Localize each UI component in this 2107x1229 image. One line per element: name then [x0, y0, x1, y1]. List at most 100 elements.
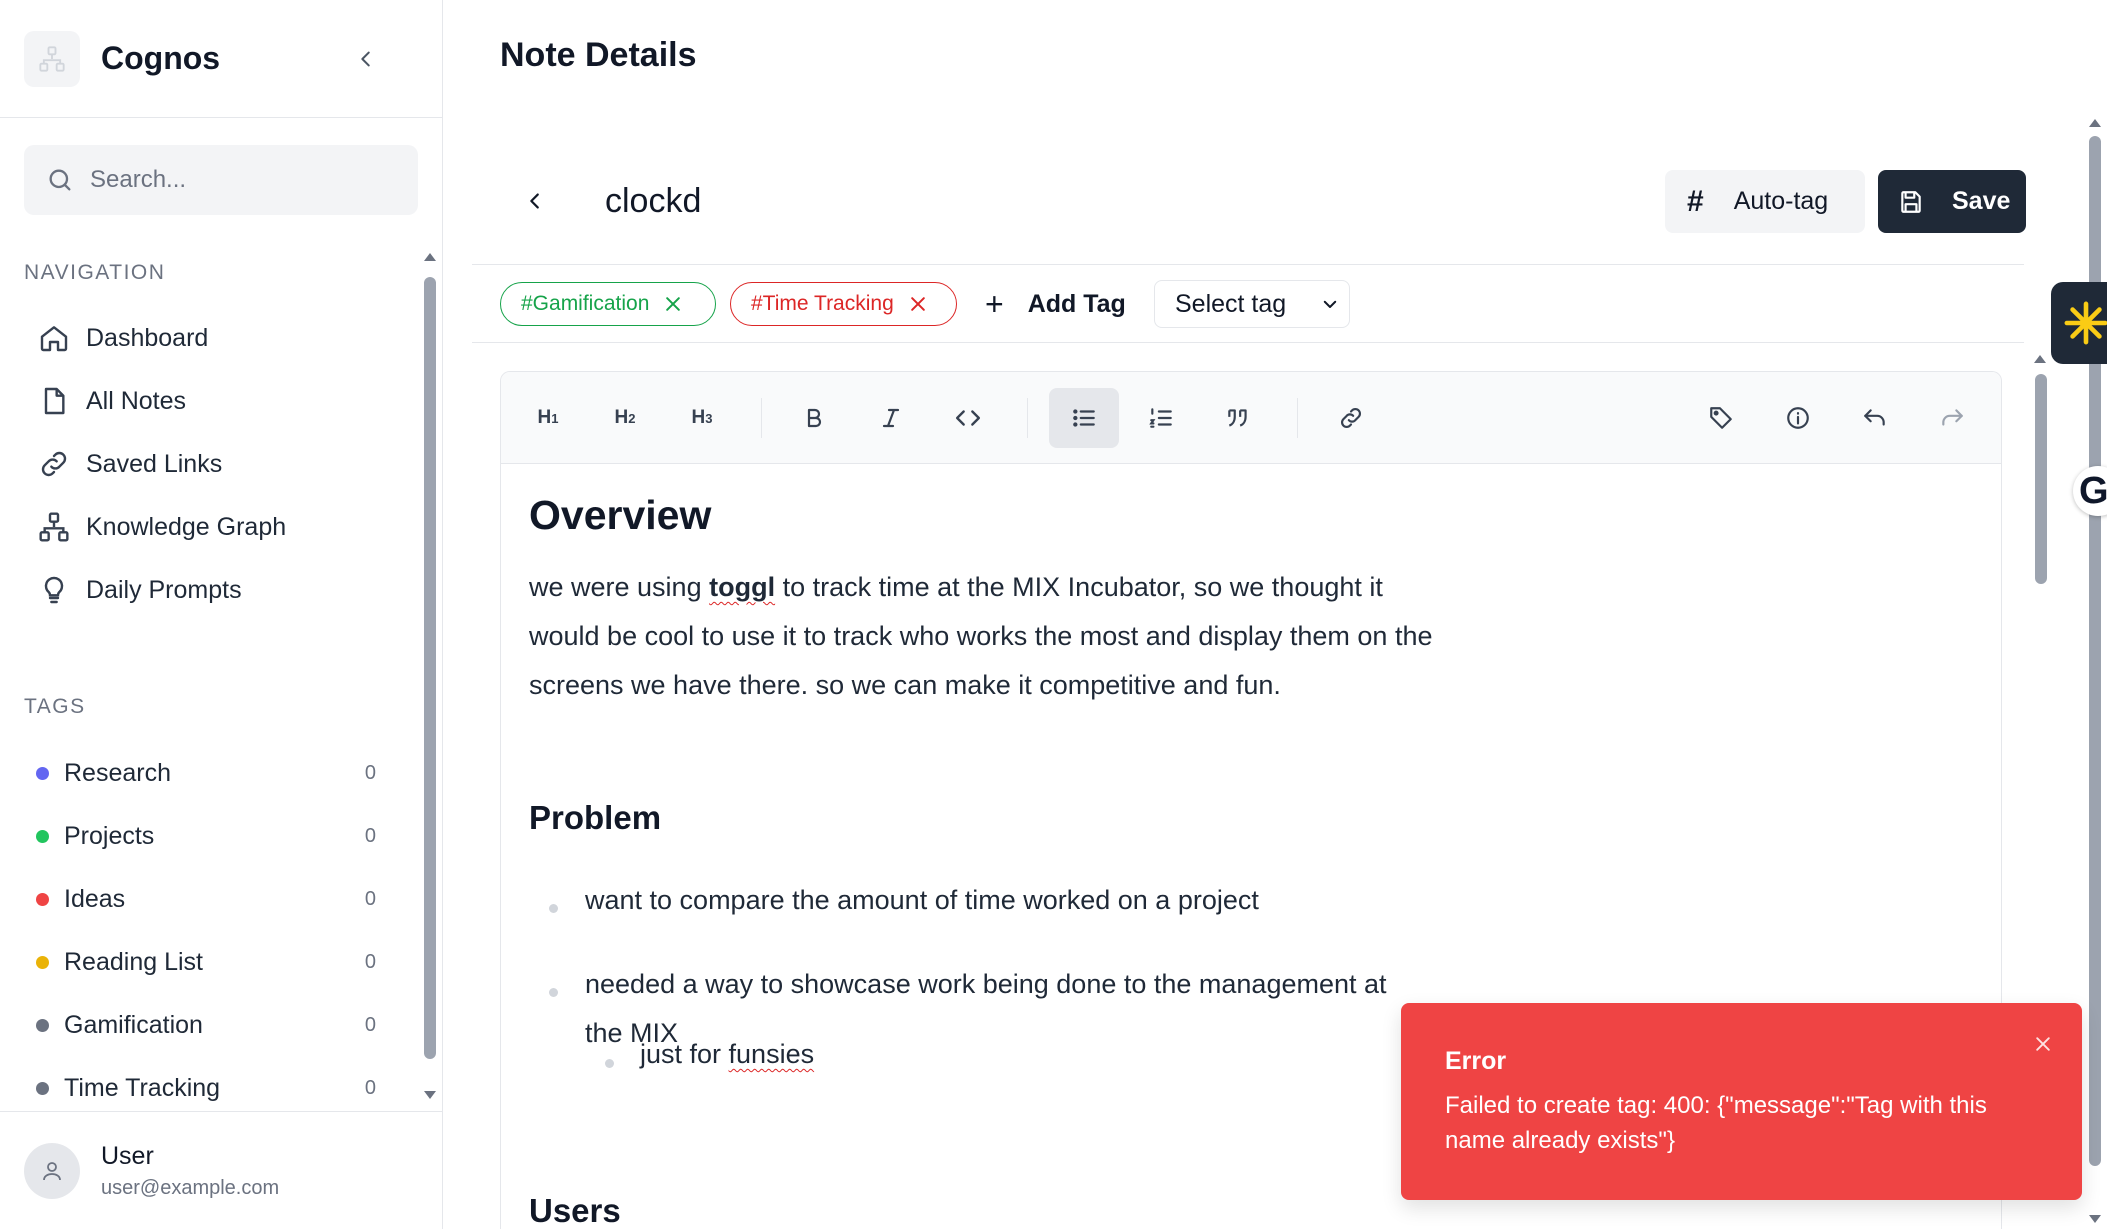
- scroll-down-arrow-icon: [2089, 1215, 2101, 1223]
- ordered-list-button[interactable]: [1126, 388, 1196, 448]
- save-button[interactable]: Save: [1878, 170, 2026, 233]
- sidebar-tag-projects[interactable]: Projects 0: [36, 811, 376, 861]
- undo-button[interactable]: [1840, 388, 1910, 448]
- lightbulb-icon: [36, 572, 72, 608]
- nav-label: Dashboard: [86, 323, 209, 352]
- close-icon: [910, 297, 925, 311]
- remove-tag-button[interactable]: [908, 294, 928, 314]
- misspelled-word[interactable]: funsies: [729, 1039, 815, 1069]
- tag-count: 0: [364, 1076, 376, 1099]
- heading-2-button[interactable]: H2: [590, 388, 660, 448]
- nav-item-all-notes[interactable]: All Notes: [36, 375, 186, 427]
- bullet-dot: [605, 1059, 614, 1068]
- tag-color-dot: [36, 892, 49, 906]
- error-toast: Error Failed to create tag: 400: {"messa…: [1401, 1003, 2082, 1200]
- heading-3-button[interactable]: H3: [667, 388, 737, 448]
- nav-item-dashboard[interactable]: Dashboard: [36, 312, 208, 364]
- bullet-dot: [549, 988, 558, 997]
- bullet-dot: [549, 904, 558, 913]
- sidebar-tag-research[interactable]: Research 0: [36, 748, 376, 798]
- toast-title: Error: [1445, 1047, 1507, 1075]
- tag-label: Projects: [64, 821, 155, 850]
- remove-tag-button[interactable]: [663, 294, 683, 314]
- link-icon: [36, 446, 72, 482]
- nav-item-daily-prompts[interactable]: Daily Prompts: [36, 564, 242, 616]
- editor-scroll-thumb[interactable]: [2035, 374, 2047, 584]
- close-icon: [2036, 1037, 2050, 1051]
- bold-button[interactable]: [779, 388, 849, 448]
- info-button[interactable]: [1763, 388, 1833, 448]
- chevron-left-icon: [530, 193, 539, 209]
- tag-button[interactable]: [1686, 388, 1756, 448]
- user-icon: [43, 1161, 61, 1180]
- nav-label: Knowledge Graph: [86, 512, 287, 541]
- redo-icon: [1942, 409, 1963, 426]
- user-name: User: [101, 1141, 154, 1170]
- tag-color-dot: [36, 1081, 49, 1095]
- blockquote-button[interactable]: [1203, 388, 1273, 448]
- note-title[interactable]: clockd: [605, 182, 701, 221]
- overview-paragraph: we were using toggl to track time at the…: [529, 572, 1433, 700]
- nav-item-knowledge-graph[interactable]: Knowledge Graph: [36, 501, 286, 553]
- code-icon: [955, 410, 981, 426]
- select-tag-value: Select tag: [1175, 289, 1287, 318]
- scroll-down-arrow-icon: [424, 1091, 436, 1099]
- sidebar-scroll-thumb[interactable]: [424, 277, 436, 1059]
- auto-tag-button[interactable]: # Auto-tag: [1665, 170, 1865, 233]
- tags-divider: [472, 342, 2024, 343]
- sidebar-scrollbar[interactable]: [422, 250, 438, 1102]
- tag-color-dot: [36, 766, 49, 780]
- back-button[interactable]: [520, 186, 550, 216]
- toast-close-button[interactable]: [2030, 1031, 2056, 1057]
- italic-button[interactable]: [856, 388, 926, 448]
- list-item: needed a way to showcase work being done…: [585, 969, 1387, 999]
- misspelled-word[interactable]: toggl: [709, 572, 775, 602]
- chip-label: #Time Tracking: [751, 292, 894, 315]
- nav-item-saved-links[interactable]: Saved Links: [36, 438, 222, 490]
- scroll-up-arrow-icon: [2089, 119, 2101, 127]
- search-box[interactable]: [24, 145, 418, 215]
- add-tag-button[interactable]: + Add Tag: [985, 284, 1126, 324]
- bullet-list-button[interactable]: [1049, 388, 1119, 448]
- sub-list-item: just for funsies: [640, 1039, 815, 1069]
- list-item: want to compare the amount of time worke…: [585, 885, 1259, 915]
- link-icon: [1341, 408, 1361, 428]
- redo-button[interactable]: [1917, 388, 1987, 448]
- collapse-sidebar-button[interactable]: [350, 43, 382, 75]
- sidebar-tag-reading-list[interactable]: Reading List 0: [36, 937, 376, 987]
- info-icon: [1787, 407, 1809, 429]
- sidebar-tag-gamification[interactable]: Gamification 0: [36, 1000, 376, 1050]
- editor-content[interactable]: Overview we were using toggl to track ti…: [529, 492, 1529, 1229]
- sidebar-tag-time-tracking[interactable]: Time Tracking 0: [36, 1063, 376, 1113]
- code-button[interactable]: [933, 388, 1003, 448]
- nav-label: Saved Links: [86, 449, 223, 478]
- link-button[interactable]: [1316, 388, 1386, 448]
- tag-icon: [1710, 407, 1732, 429]
- file-icon: [36, 383, 72, 419]
- editor-toolbar: H1 H2 H3: [501, 372, 2001, 464]
- toast-message: Failed to create tag: 400: {"message":"T…: [1445, 1092, 1987, 1154]
- user-profile[interactable]: User user@example.com: [0, 1111, 443, 1229]
- tag-label: Research: [64, 758, 171, 787]
- user-email: user@example.com: [101, 1176, 280, 1199]
- select-tag-dropdown[interactable]: Select tag: [1154, 280, 1350, 328]
- toolbar-separator: [1297, 398, 1298, 438]
- sidebar-tag-ideas[interactable]: Ideas 0: [36, 874, 376, 924]
- network-icon: [36, 509, 72, 545]
- tag-label: Ideas: [64, 884, 126, 913]
- grammar-widget-icon[interactable]: G: [2073, 466, 2107, 516]
- hash-icon: #: [1687, 184, 1704, 218]
- brand-header: Cognos: [0, 0, 442, 118]
- app-name: Cognos: [101, 40, 221, 76]
- assistant-widget[interactable]: [2051, 282, 2107, 364]
- search-input[interactable]: [90, 166, 390, 194]
- tag-color-dot: [36, 955, 49, 969]
- heading-1-button[interactable]: H1: [513, 388, 583, 448]
- save-icon: [1898, 189, 1924, 215]
- scroll-up-arrow-icon: [424, 253, 436, 261]
- tag-count: 0: [364, 950, 376, 973]
- search-icon: [49, 169, 71, 191]
- avatar: [24, 1142, 80, 1199]
- chip-label: #Gamification: [521, 292, 650, 315]
- page-title: Note Details: [500, 36, 697, 74]
